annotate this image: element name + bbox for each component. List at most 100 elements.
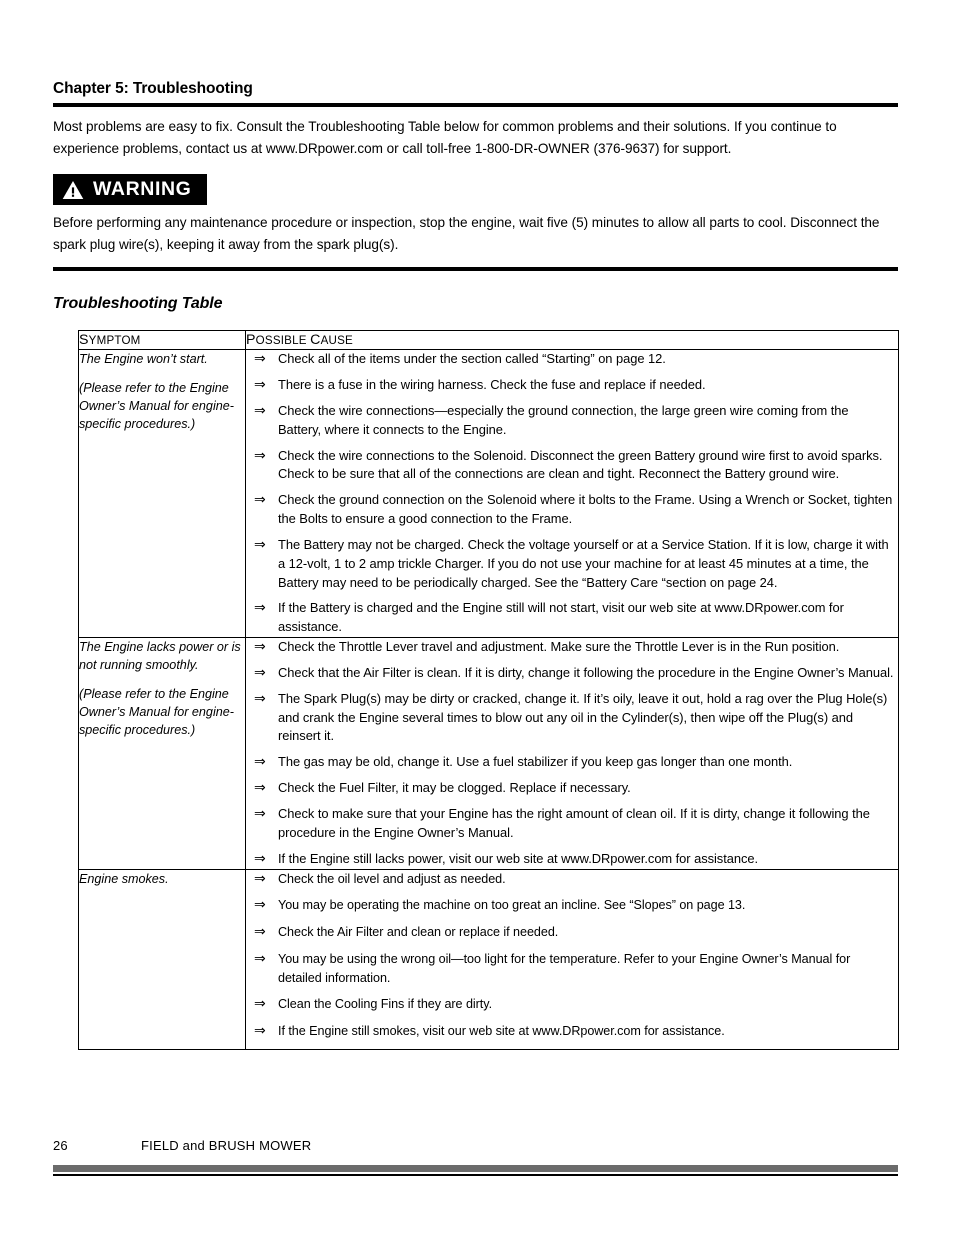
cause-text: Check the Fuel Filter, it may be clogged… (278, 780, 631, 796)
symptom-text: (Please refer to the Engine Owner’s Manu… (79, 687, 234, 737)
double-arrow-icon: ⇒ (254, 850, 266, 867)
list-item: ⇒ You may be operating the machine on too… (246, 896, 898, 915)
double-arrow-icon: ⇒ (254, 447, 266, 464)
cause-header-cap1: P (246, 332, 256, 349)
double-arrow-icon: ⇒ (254, 924, 266, 941)
list-item: ⇒ Check the Air Filter and clean or repla… (246, 923, 898, 942)
cause-cell: ⇒ Check all of the items under the sectio… (245, 349, 899, 638)
page-number: 26 (53, 1138, 68, 1153)
double-arrow-icon: ⇒ (254, 897, 266, 914)
list-item: ⇒ Check that the Air Filter is clean. If … (246, 664, 898, 683)
page-content: Chapter 5: Troubleshooting Most problems… (53, 80, 899, 1050)
cause-text: The gas may be old, change it. Use a fue… (278, 754, 793, 770)
cause-text: Check the wire connections to the Soleno… (278, 447, 883, 482)
list-item: ⇒ If the Engine still smokes, visit our w… (246, 1022, 898, 1041)
double-arrow-icon: ⇒ (254, 1022, 266, 1039)
list-item: ⇒ Clean the Cooling Fins if they are dirt… (246, 995, 898, 1014)
cause-text: Check to make sure that your Engine has … (278, 806, 870, 840)
cause-header-cap2: C (310, 332, 321, 349)
double-arrow-icon: ⇒ (254, 536, 266, 553)
cause-text: Check the Air Filter and clean or replac… (278, 925, 559, 940)
table-header-row: SYMPTOM POSSIBLE CAUSE (78, 330, 899, 351)
double-arrow-icon: ⇒ (254, 870, 266, 887)
cause-text: If the Engine still lacks power, visit o… (278, 850, 759, 866)
troubleshooting-table: SYMPTOM POSSIBLE CAUSE The Engine won’t … (78, 330, 899, 1050)
double-arrow-icon: ⇒ (254, 639, 266, 655)
intro-paragraph: Most problems are easy to fix. Consult t… (53, 119, 837, 157)
list-item: ⇒ Check all of the items under the sectio… (246, 350, 898, 369)
warning-triangle-icon (62, 180, 84, 199)
footer-gray-bar (53, 1165, 898, 1172)
double-arrow-icon: ⇒ (254, 806, 266, 823)
list-item: ⇒ Check the wire connections—especially t… (246, 402, 898, 440)
product-name: FIELD and BRUSH MOWER (141, 1138, 312, 1153)
double-arrow-icon: ⇒ (254, 951, 266, 968)
double-arrow-icon: ⇒ (254, 402, 266, 419)
symptom-cell: Engine smokes. (78, 868, 246, 1050)
cause-list: ⇒ Check the oil level and adjust as neede… (246, 870, 898, 1041)
cause-text: If the Battery is charged and the Engine… (278, 600, 844, 635)
cause-text: Check the oil level and adjust as needed… (278, 871, 506, 886)
warning-text: Before performing any maintenance proced… (53, 215, 880, 253)
cause-text: Check all of the items under the section… (278, 351, 666, 367)
cause-cell: ⇒ Check the Throttle Lever travel and adj… (245, 637, 899, 870)
cause-text: You may be using the wrong oil—too light… (278, 952, 851, 985)
double-arrow-icon: ⇒ (254, 996, 266, 1013)
cause-text: Check the ground connection on the Solen… (278, 492, 893, 527)
warning-divider (53, 267, 898, 272)
double-arrow-icon: ⇒ (254, 664, 266, 681)
table-row: The Engine won’t start. (Please refer to … (78, 349, 899, 638)
double-arrow-icon: ⇒ (254, 377, 266, 393)
symptom-text: (Please refer to the Engine Owner’s Manu… (79, 381, 234, 432)
double-arrow-icon: ⇒ (254, 780, 266, 797)
cause-text: Check the Throttle Lever travel and adju… (278, 639, 840, 654)
troubleshooting-table-wrapper: SYMPTOM POSSIBLE CAUSE The Engine won’t … (78, 330, 899, 1050)
symptom-text: The Engine won’t start. (79, 352, 208, 367)
page-footer: 26 FIELD and BRUSH MOWER (53, 1138, 898, 1176)
table-row: The Engine lacks power or is not running… (78, 637, 899, 870)
list-item: ⇒ Check the wire connections to the Solen… (246, 447, 898, 485)
warning-label: WARNING (93, 177, 192, 200)
cause-text: If the Engine still smokes, visit our we… (278, 1023, 725, 1038)
list-item: ⇒ The Battery may not be charged. Check t… (246, 536, 898, 592)
symptom-header-cap: S (79, 332, 89, 349)
list-item: ⇒ Check the ground connection on the Sole… (246, 491, 898, 529)
column-header-possible-cause: POSSIBLE CAUSE (245, 330, 899, 351)
symptom-text: Engine smokes. (79, 871, 169, 886)
warning-block: WARNING Before performing any maintenanc… (53, 174, 898, 272)
page-title: Chapter 5: Troubleshooting (53, 80, 253, 97)
cause-cell: ⇒ Check the oil level and adjust as neede… (245, 868, 899, 1050)
column-header-symptom: SYMPTOM (78, 330, 246, 351)
symptom-text: The Engine lacks power or is not running… (79, 640, 241, 672)
document-page: Chapter 5: Troubleshooting Most problems… (0, 0, 954, 1235)
cause-list: ⇒ Check all of the items under the sectio… (246, 350, 898, 637)
list-item: ⇒ Check the Fuel Filter, it may be clogge… (246, 779, 898, 798)
cause-list: ⇒ Check the Throttle Lever travel and adj… (246, 638, 898, 869)
warning-banner: WARNING (53, 174, 208, 206)
cause-text: There is a fuse in the wiring harness. C… (278, 377, 706, 392)
cause-text: The Spark Plug(s) may be dirty or cracke… (278, 690, 888, 744)
cause-text: The Battery may not be charged. Check th… (278, 536, 889, 590)
cause-header-rest2: AUSE (320, 334, 353, 348)
list-item: ⇒ If the Engine still lacks power, visit … (246, 850, 898, 869)
title-divider (53, 103, 898, 108)
double-arrow-icon: ⇒ (254, 754, 266, 771)
symptom-cell: The Engine lacks power or is not running… (78, 637, 246, 870)
footer-black-bar (53, 1174, 898, 1176)
list-item: ⇒ The Spark Plug(s) may be dirty or crack… (246, 690, 898, 746)
double-arrow-icon: ⇒ (254, 690, 266, 707)
double-arrow-icon: ⇒ (254, 492, 266, 509)
list-item: ⇒ You may be using the wrong oil—too ligh… (246, 950, 898, 987)
section-heading: Troubleshooting Table (53, 295, 223, 313)
table-body: The Engine won’t start. (Please refer to … (78, 349, 899, 1050)
cause-text: You may be operating the machine on too … (278, 898, 746, 913)
list-item: ⇒ If the Battery is charged and the Engin… (246, 599, 898, 637)
symptom-header-rest: YMPTOM (88, 334, 141, 348)
cause-header-rest1: OSSIBLE (255, 334, 311, 348)
list-item: ⇒ Check the Throttle Lever travel and adj… (246, 638, 898, 657)
double-arrow-icon: ⇒ (254, 351, 266, 368)
cause-text: Check that the Air Filter is clean. If i… (278, 664, 894, 680)
list-item: ⇒ There is a fuse in the wiring harness. … (246, 376, 898, 395)
list-item: ⇒ Check to make sure that your Engine has… (246, 805, 898, 843)
cause-text: Check the wire connections—especially th… (278, 402, 849, 437)
